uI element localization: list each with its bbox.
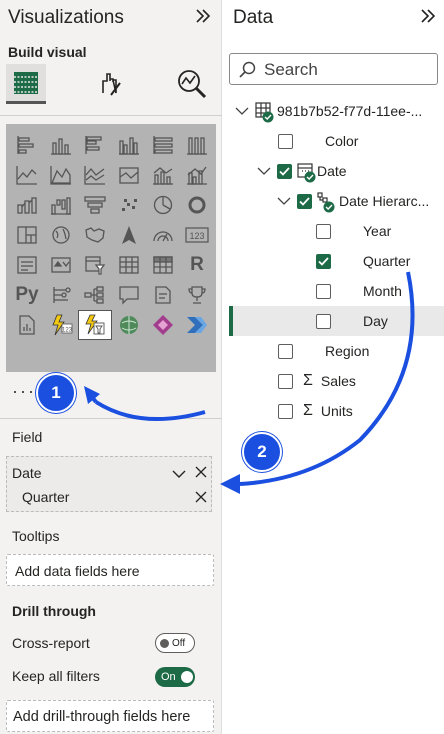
arrow-2-head xyxy=(220,474,240,494)
arrow-1 xyxy=(94,400,206,422)
step-1-badge: 1 xyxy=(36,373,76,413)
annotation-arrows xyxy=(84,271,415,494)
step-2-badge: 2 xyxy=(242,432,282,472)
